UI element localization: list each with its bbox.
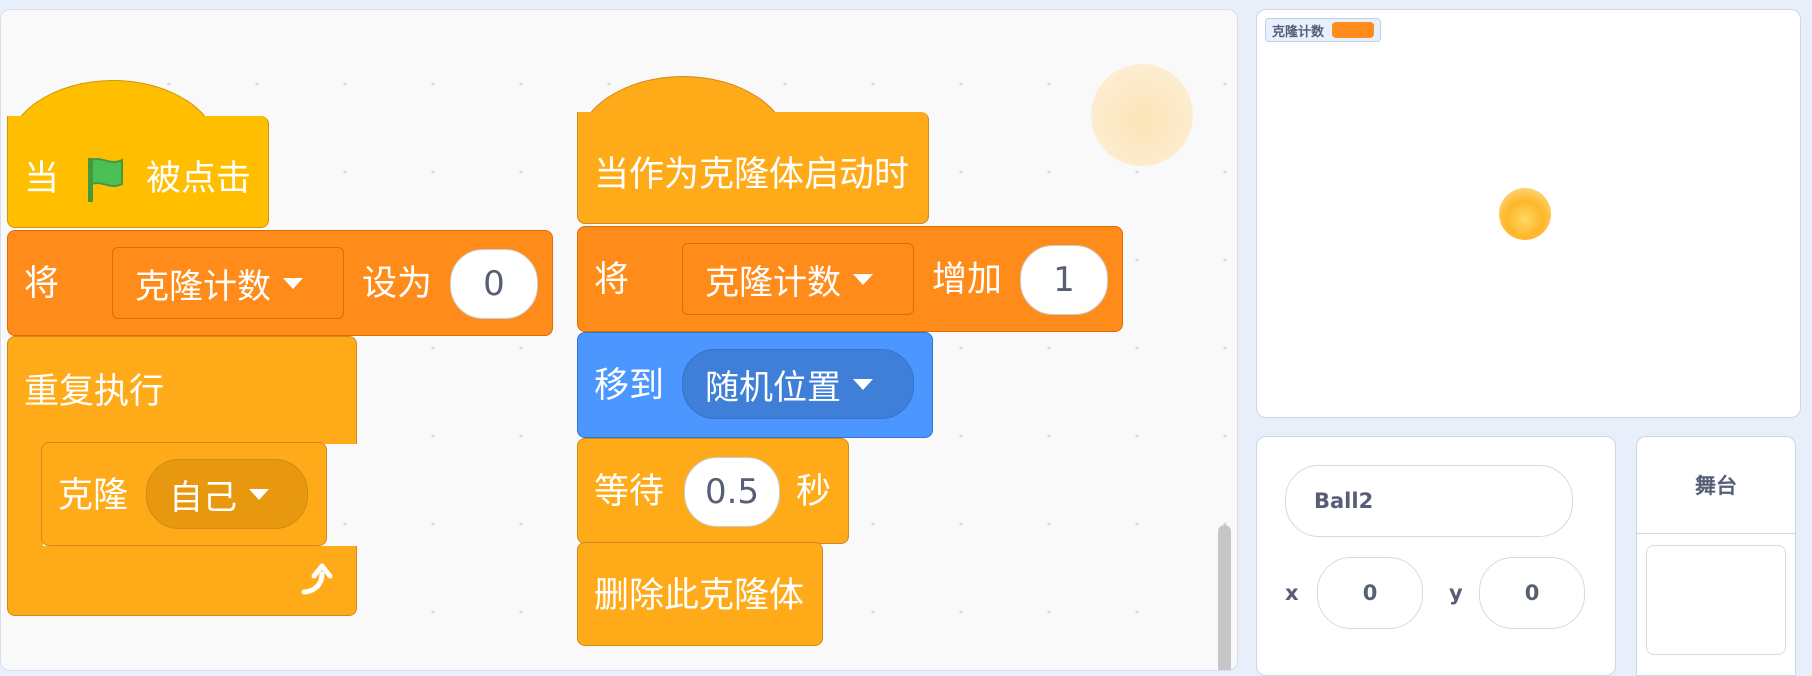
when-start-as-clone-block[interactable]: 当作为克隆体启动时 bbox=[577, 112, 929, 224]
stage-canvas[interactable]: 克隆计数 bbox=[1256, 9, 1801, 418]
hat-prefix: 当 bbox=[24, 159, 60, 199]
y-label: y bbox=[1449, 581, 1463, 605]
variable-monitor[interactable]: 克隆计数 bbox=[1265, 18, 1382, 42]
monitor-label: 克隆计数 bbox=[1272, 24, 1325, 40]
create-clone-block[interactable]: 克隆 自己 bbox=[41, 442, 327, 546]
create-clone-prefix: 克隆 bbox=[58, 476, 129, 516]
sprite-name-input[interactable]: Ball2 bbox=[1285, 465, 1573, 537]
wait-seconds-input[interactable]: 0.5 bbox=[684, 457, 780, 527]
stage-panel-title: 舞台 bbox=[1637, 437, 1795, 534]
wait-block[interactable]: 等待 0.5 秒 bbox=[577, 438, 849, 544]
goto-target-dropdown[interactable]: 随机位置 bbox=[682, 349, 914, 419]
set-middle: 设为 bbox=[362, 264, 433, 304]
chevron-down-icon bbox=[853, 273, 873, 285]
forever-arm bbox=[7, 442, 43, 548]
chevron-down-icon bbox=[249, 488, 269, 500]
forever-label: 重复执行 bbox=[24, 372, 165, 412]
stage-selector-panel[interactable]: 舞台 bbox=[1636, 436, 1796, 676]
change-variable-block[interactable]: 将 克隆计数 增加 1 bbox=[577, 226, 1123, 332]
chevron-down-icon bbox=[853, 378, 873, 390]
change-prefix: 将 bbox=[594, 260, 630, 300]
chevron-down-icon bbox=[283, 277, 303, 289]
x-label: x bbox=[1285, 581, 1299, 605]
when-flag-clicked-block[interactable]: 当 被点击 bbox=[7, 116, 269, 228]
clone-hat-label: 当作为克隆体启动时 bbox=[594, 155, 910, 195]
variable-name: 克隆计数 bbox=[705, 262, 841, 303]
go-to-block[interactable]: 移到 随机位置 bbox=[577, 332, 933, 438]
delete-clone-block[interactable]: 删除此克隆体 bbox=[577, 542, 823, 646]
workspace-scrollbar[interactable] bbox=[1218, 525, 1231, 670]
clone-target: 自己 bbox=[169, 477, 237, 518]
goto-prefix: 移到 bbox=[594, 366, 665, 406]
clone-target-dropdown[interactable]: 自己 bbox=[146, 459, 308, 529]
delete-clone-label: 删除此克隆体 bbox=[594, 576, 805, 616]
green-flag-icon bbox=[88, 158, 123, 202]
sprite-info-panel: Ball2 x 0 y 0 bbox=[1256, 436, 1616, 676]
x-input[interactable]: 0 bbox=[1317, 557, 1423, 629]
goto-target: 随机位置 bbox=[705, 367, 841, 408]
wait-prefix: 等待 bbox=[594, 472, 665, 512]
forever-block[interactable]: 重复执行 bbox=[7, 336, 357, 444]
sprite-costume-thumbnail bbox=[1091, 64, 1193, 166]
stage-backdrop-thumbnail[interactable] bbox=[1646, 545, 1786, 655]
set-variable-block[interactable]: 将 克隆计数 设为 0 bbox=[7, 230, 553, 336]
y-input[interactable]: 0 bbox=[1479, 557, 1585, 629]
ball-sprite[interactable] bbox=[1499, 188, 1551, 240]
variable-dropdown[interactable]: 克隆计数 bbox=[682, 243, 914, 315]
change-middle: 增加 bbox=[932, 260, 1003, 300]
variable-dropdown[interactable]: 克隆计数 bbox=[112, 247, 344, 319]
set-prefix: 将 bbox=[24, 264, 60, 304]
loop-arrow-icon bbox=[301, 563, 333, 595]
change-value-input[interactable]: 1 bbox=[1020, 245, 1108, 315]
hat-suffix: 被点击 bbox=[146, 159, 252, 199]
monitor-value bbox=[1332, 22, 1375, 38]
set-value-input[interactable]: 0 bbox=[450, 249, 538, 319]
wait-suffix: 秒 bbox=[796, 472, 832, 512]
forever-bottom bbox=[7, 546, 357, 616]
script-workspace[interactable]: 当 被点击 将 克隆计数 设为 0 重复执行 克隆 自己 当作为克隆体启动时 将… bbox=[0, 9, 1238, 671]
variable-name: 克隆计数 bbox=[135, 266, 271, 307]
